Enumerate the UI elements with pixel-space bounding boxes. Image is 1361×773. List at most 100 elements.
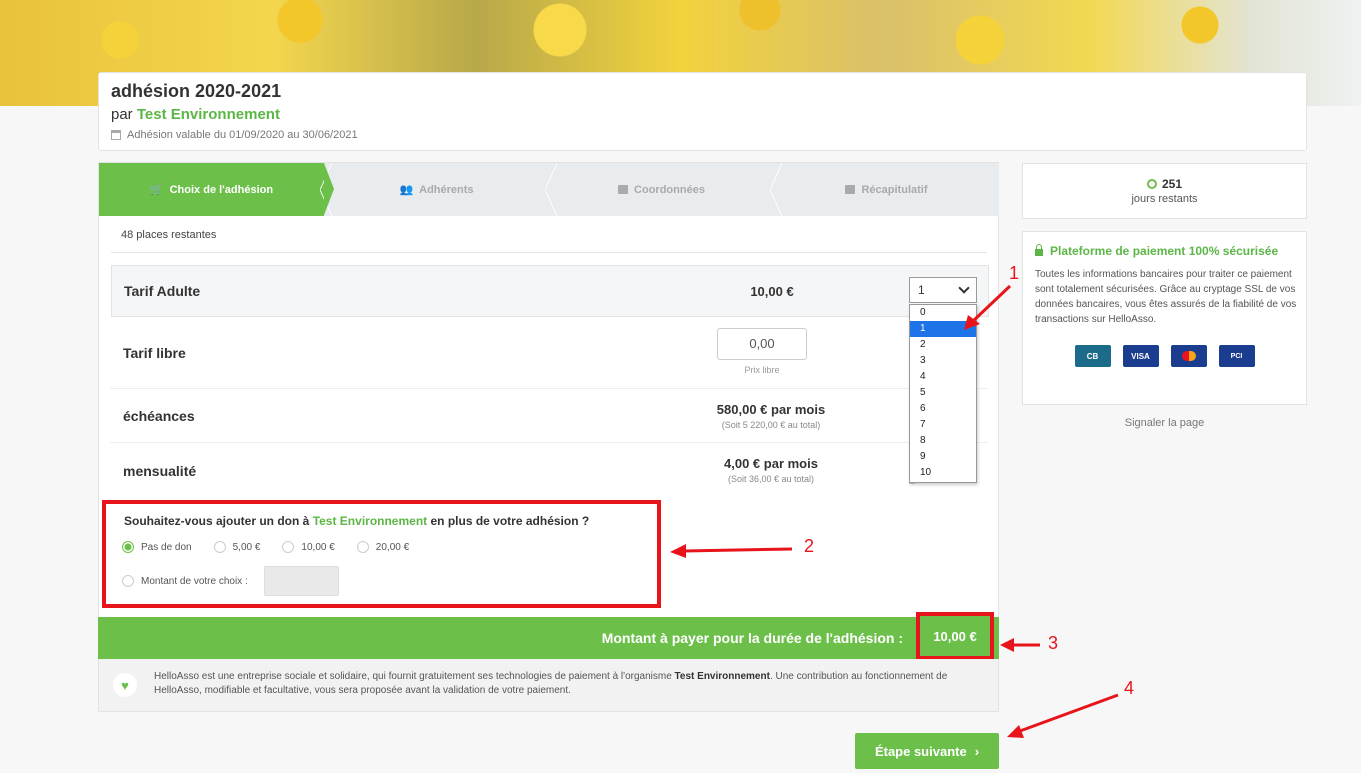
- chevron-down-icon: [958, 282, 970, 294]
- clock-icon: [1146, 179, 1157, 189]
- payment-card-logos: CB VISA PCI: [1035, 345, 1294, 367]
- report-page-link[interactable]: Signaler la page: [1022, 417, 1307, 429]
- event-header: adhésion 2020-2021 par Test Environnemen…: [98, 72, 1307, 151]
- total-amount: 10,00 €: [916, 612, 994, 660]
- tarif-subtotal: (Soit 5 220,00 € au total): [721, 420, 821, 430]
- tarif-row-mensualite: mensualité 4,00 € par mois (Soit 36,00 €…: [111, 443, 989, 498]
- tarif-name: Tarif Adulte: [124, 283, 201, 299]
- donation-section: Souhaitez-vous ajouter un don à Test Env…: [102, 500, 661, 608]
- quantity-select-adulte[interactable]: 1: [909, 277, 977, 303]
- lock-icon: [1035, 244, 1043, 256]
- quantity-option[interactable]: 10: [910, 465, 976, 481]
- quantity-option[interactable]: 7: [910, 417, 976, 433]
- step-adherents[interactable]: 👥 Adhérents: [320, 163, 549, 216]
- quantity-option[interactable]: 9: [910, 449, 976, 465]
- donation-custom: Montant de votre choix :: [122, 566, 339, 596]
- donation-org: Test Environnement: [312, 514, 428, 528]
- radio-icon: [122, 575, 134, 587]
- annotation-label: 2: [804, 536, 815, 556]
- step-progress: 🛒 Choix de l'adhésion 👥 Adhérents Coordo…: [99, 163, 999, 216]
- validity-text: Adhésion valable du 01/09/2020 au 30/06/…: [127, 129, 358, 141]
- step-recapitulatif[interactable]: Récapitulatif: [770, 163, 999, 216]
- quantity-option[interactable]: 0: [910, 305, 976, 321]
- donation-custom-label: Montant de votre choix :: [141, 575, 248, 587]
- step-label: Choix de l'adhésion: [169, 183, 274, 196]
- tarif-name: Tarif libre: [123, 345, 186, 361]
- chevron-right-icon: ›: [974, 743, 980, 759]
- visa-card-icon: VISA: [1122, 345, 1159, 367]
- secure-title-text: Plateforme de paiement 100% sécurisée: [1050, 244, 1279, 258]
- step-label: Coordonnées: [634, 183, 705, 196]
- tarif-name: mensualité: [123, 462, 197, 479]
- quantity-value: 1: [918, 283, 925, 297]
- list-icon: [618, 185, 629, 194]
- step-label: Adhérents: [419, 183, 474, 196]
- step-label: Récapitulatif: [861, 183, 928, 196]
- pci-dss-icon: PCI: [1218, 345, 1255, 367]
- step-coordonnees[interactable]: Coordonnées: [545, 163, 774, 216]
- days-label: jours restants: [1131, 193, 1198, 205]
- total-bar: Montant à payer pour la durée de l'adhés…: [98, 617, 999, 659]
- free-price-hint: Prix libre: [744, 365, 780, 375]
- donation-question-prefix: Souhaitez-vous ajouter un don à: [124, 514, 310, 528]
- info-text: HelloAsso est une entreprise sociale et …: [154, 670, 954, 698]
- donation-option-5[interactable]: 5,00 €: [213, 541, 261, 553]
- donation-option-custom[interactable]: Montant de votre choix :: [122, 575, 248, 587]
- donation-custom-input[interactable]: [263, 566, 339, 596]
- next-step-button[interactable]: Étape suivante ›: [855, 733, 999, 769]
- users-icon: 👥: [399, 184, 414, 196]
- heart-icon: ♥: [121, 677, 129, 693]
- quantity-option[interactable]: 4: [910, 369, 976, 385]
- by-prefix: par: [111, 106, 133, 123]
- quantity-option[interactable]: 3: [910, 353, 976, 369]
- tarif-row-libre: Tarif libre: [111, 317, 989, 389]
- donation-option-label: 10,00 €: [301, 541, 335, 553]
- secure-payment-card: Plateforme de paiement 100% sécurisée To…: [1022, 231, 1307, 405]
- cart-icon: 🛒: [149, 184, 164, 196]
- quantity-option[interactable]: 6: [910, 401, 976, 417]
- annotation-label: 3: [1048, 633, 1059, 653]
- tarif-price: 580,00 € par mois: [716, 402, 826, 417]
- next-step-label: Étape suivante: [874, 743, 967, 759]
- places-remaining: 48 places restantes: [121, 229, 217, 241]
- divider: [110, 388, 988, 389]
- info-text-1: HelloAsso est une entreprise sociale et …: [154, 671, 672, 682]
- quantity-option[interactable]: 1: [910, 321, 976, 337]
- donation-option-label: 20,00 €: [375, 541, 410, 553]
- check-square-icon: [845, 185, 856, 194]
- mastercard-icon: [1170, 345, 1207, 367]
- donation-question: Souhaitez-vous ajouter un don à Test Env…: [124, 514, 589, 528]
- donation-option-none[interactable]: Pas de don: [122, 541, 192, 553]
- quantity-option[interactable]: 5: [910, 385, 976, 401]
- validity-line: Adhésion valable du 01/09/2020 au 30/06/…: [111, 129, 1294, 141]
- quantity-option[interactable]: 8: [910, 433, 976, 449]
- donation-option-label: 5,00 €: [232, 541, 261, 553]
- tarif-subtotal: (Soit 36,00 € au total): [727, 474, 815, 484]
- helloasso-info: ♥ HelloAsso est une entreprise sociale e…: [98, 659, 999, 712]
- tarif-price: 4,00 € par mois: [724, 456, 818, 471]
- radio-icon: [213, 541, 226, 553]
- radio-checked-icon: [122, 541, 134, 553]
- annotation-arrow-head: [1000, 638, 1014, 652]
- heart-badge: ♥: [113, 673, 137, 697]
- radio-icon: [282, 541, 295, 553]
- days-remaining-card: 251 jours restants: [1022, 163, 1307, 219]
- annotation-label: 4: [1124, 678, 1135, 698]
- organizer-line: par Test Environnement: [111, 106, 1294, 123]
- donation-option-10[interactable]: 10,00 €: [282, 541, 335, 553]
- radio-icon: [356, 541, 369, 553]
- quantity-option[interactable]: 2: [910, 337, 976, 353]
- step-choix[interactable]: 🛒 Choix de l'adhésion: [99, 163, 334, 216]
- info-org: Test Environnement: [674, 671, 770, 682]
- donation-option-label: Pas de don: [141, 541, 192, 553]
- organizer-link[interactable]: Test Environnement: [137, 106, 280, 123]
- donation-options: Pas de don 5,00 € 10,00 € 20,00 €: [122, 541, 409, 553]
- free-price-input[interactable]: 0,00: [717, 328, 807, 360]
- total-label: Montant à payer pour la durée de l'adhés…: [601, 630, 903, 646]
- secure-title: Plateforme de paiement 100% sécurisée: [1035, 244, 1294, 258]
- tarif-price: 10,00 €: [750, 283, 794, 299]
- donation-option-20[interactable]: 20,00 €: [356, 541, 410, 553]
- donation-question-suffix: en plus de votre adhésion ?: [430, 514, 590, 528]
- tarif-row-adulte: Tarif Adulte 10,00 €: [111, 265, 989, 317]
- tarif-row-echeances: échéances 580,00 € par mois (Soit 5 220,…: [111, 389, 989, 443]
